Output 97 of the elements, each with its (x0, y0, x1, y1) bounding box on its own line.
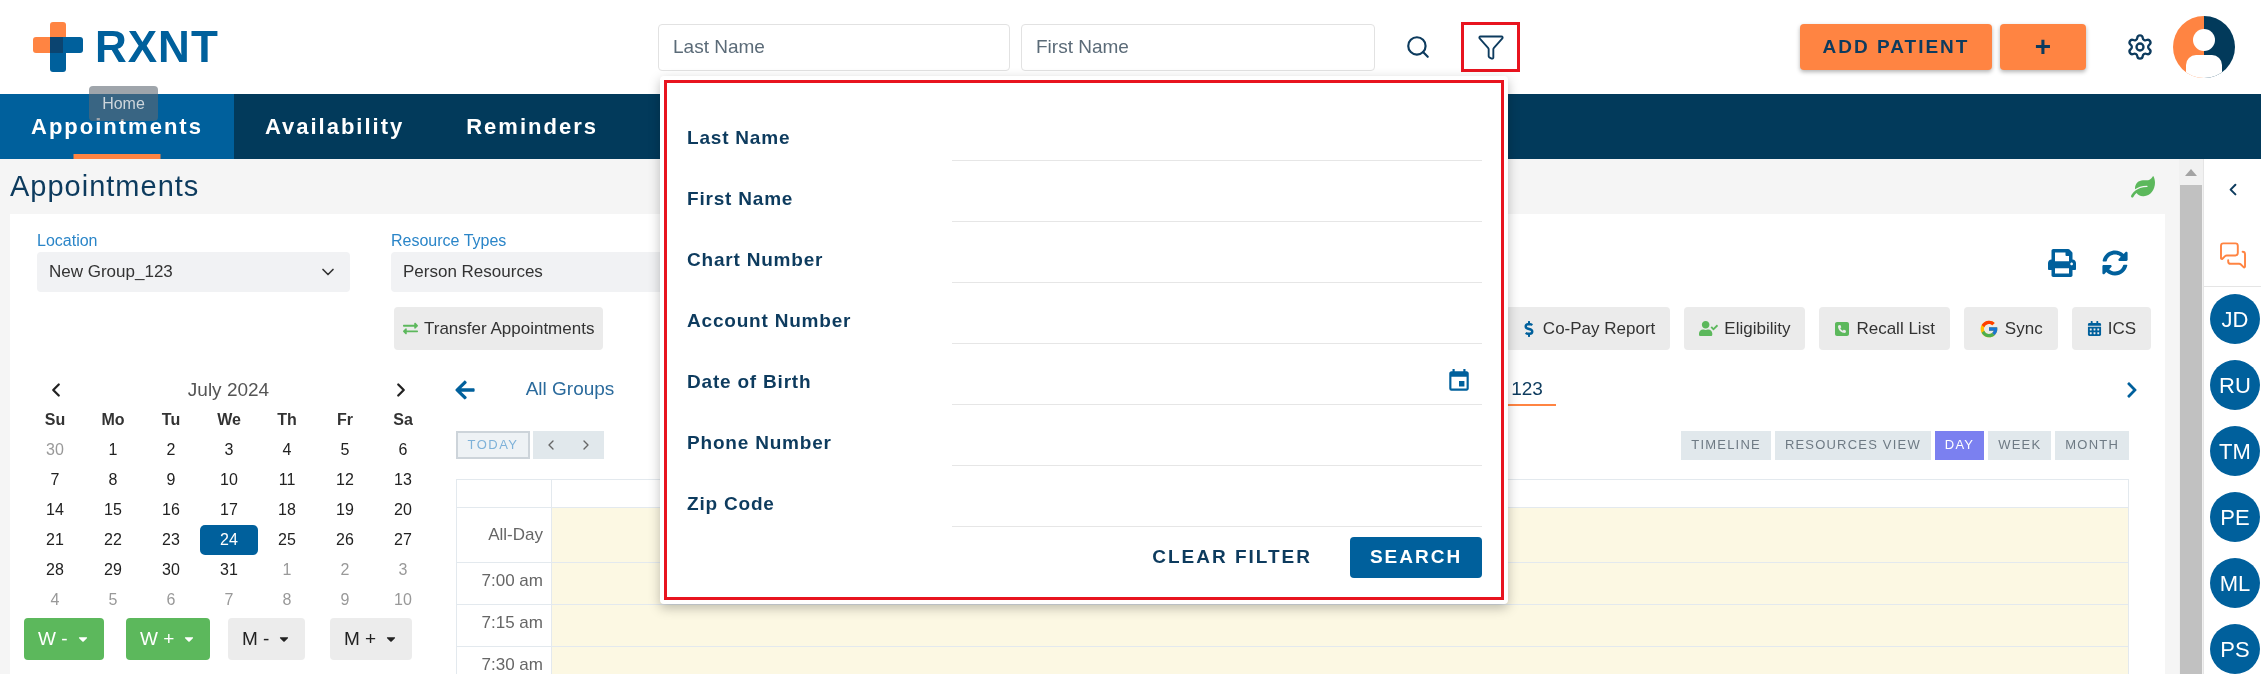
add-patient-button[interactable]: ADD PATIENT (1800, 24, 1992, 70)
calendar-day[interactable]: 17 (200, 495, 258, 525)
calendar-day[interactable]: 4 (258, 435, 316, 465)
add-button[interactable]: + (2000, 24, 2086, 70)
search-field[interactable]: Last Name (658, 23, 1010, 71)
calendar-day[interactable]: 27 (374, 525, 432, 555)
calendar-day[interactable]: 5 (316, 435, 374, 465)
calendar-icon[interactable] (1446, 368, 1472, 394)
search-button[interactable]: SEARCH (1350, 537, 1482, 578)
nav-tab[interactable]: Availability (233, 94, 436, 159)
refresh-icon[interactable] (2102, 250, 2128, 276)
nav-tab[interactable]: Reminders (435, 94, 629, 159)
leaf-icon (2131, 174, 2155, 199)
filter-button[interactable] (1461, 22, 1520, 72)
weekday-label: Sa (392, 410, 414, 430)
toolbar-button[interactable]: Sync (1963, 307, 2058, 350)
field-label: Resource Types (391, 231, 508, 251)
filter-icon (1476, 33, 1505, 61)
user-initials-avatar[interactable]: TM (2210, 426, 2260, 476)
phone-icon (1834, 320, 1851, 337)
user-initials-avatar[interactable]: PS (2210, 624, 2260, 674)
time-label: All-Day (488, 526, 543, 543)
calendar-day[interactable]: 26 (316, 525, 374, 555)
user-avatar-icon[interactable] (2173, 16, 2235, 78)
weekday-label: Th (276, 410, 298, 430)
user-check-icon (1699, 319, 1719, 338)
user-initials-avatar[interactable]: ML (2210, 558, 2260, 608)
search-field[interactable]: First Name (1021, 23, 1375, 71)
view-tab[interactable]: RESOURCES VIEW (1774, 430, 1931, 460)
calendar-day[interactable]: 18 (258, 495, 316, 525)
group-tab[interactable]: All Groups (498, 375, 642, 406)
calendar-day[interactable]: 20 (374, 495, 432, 525)
calendar-day[interactable]: 9 (142, 465, 200, 495)
user-initials-avatar[interactable]: RU (2210, 360, 2260, 410)
weekday-label: Tu (160, 410, 182, 430)
toolbar-button[interactable]: Recall List (1819, 307, 1950, 350)
field-label: Account Number (687, 309, 853, 333)
calendar-day[interactable]: 12 (316, 465, 374, 495)
field-label: Date of Birth (687, 370, 813, 394)
calendar-day[interactable]: 10 (200, 465, 258, 495)
clear-filter-button[interactable]: CLEAR FILTER (1136, 537, 1328, 578)
toolbar-button[interactable]: ICS (2071, 307, 2151, 350)
view-tab[interactable]: WEEK (1988, 430, 2052, 460)
weekday-label: We (216, 410, 242, 430)
weekday-label: Fr (336, 410, 354, 430)
logo-text: RXNT (95, 25, 219, 69)
calendar-day[interactable]: 30 (142, 555, 200, 585)
user-initials-avatar[interactable]: JD (2210, 294, 2260, 344)
calendar-day[interactable]: 19 (316, 495, 374, 525)
calendar-day[interactable]: 23 (142, 525, 200, 555)
view-tab[interactable]: MONTH (2055, 430, 2129, 460)
calendar-day[interactable]: 7 (26, 465, 84, 495)
calendar-day[interactable]: 13 (374, 465, 432, 495)
calendar-day[interactable]: 16 (142, 495, 200, 525)
user-initials-avatar[interactable]: PE (2210, 492, 2260, 542)
calendar-icon (2086, 321, 2102, 336)
month-title: July 2024 (187, 377, 270, 402)
field-label: Phone Number (687, 431, 833, 455)
calendar-day[interactable]: 14 (26, 495, 84, 525)
view-tab[interactable]: TIMELINE (1681, 430, 1771, 460)
calendar-day[interactable]: 22 (84, 525, 142, 555)
weekday-label: Mo (100, 410, 126, 430)
toolbar-button[interactable]: Transfer Appointments (394, 307, 604, 350)
print-icon[interactable] (2048, 249, 2076, 277)
weekday-label: Su (43, 410, 67, 430)
search-icon[interactable] (1405, 34, 1431, 60)
field-label: Last Name (687, 126, 792, 150)
week-jump-button[interactable]: M + (330, 618, 413, 660)
toolbar-button[interactable]: Co-Pay Report (1505, 307, 1671, 350)
back-arrow-icon[interactable] (454, 379, 476, 402)
calendar-day[interactable]: 21 (26, 525, 84, 555)
calendar-day[interactable]: 2 (142, 435, 200, 465)
field-label: First Name (687, 187, 795, 211)
time-label: 7:15 am (481, 613, 543, 631)
swap-arrows-icon (403, 321, 418, 336)
time-label: 7:00 am (481, 571, 543, 589)
calendar-day[interactable]: 3 (200, 435, 258, 465)
page-title: Appointments (10, 168, 200, 204)
select-field[interactable]: New Group_123 (37, 252, 350, 292)
settings-icon[interactable] (2126, 33, 2154, 61)
calendar-day[interactable]: 8 (84, 465, 142, 495)
calendar-day[interactable]: 15 (84, 495, 142, 525)
calendar-day[interactable]: 25 (258, 525, 316, 555)
calendar-day[interactable]: 1 (84, 435, 142, 465)
calendar-day[interactable]: 28 (26, 555, 84, 585)
time-label: 7:30 am (481, 655, 543, 673)
field-label: Zip Code (687, 492, 776, 516)
calendar-day[interactable]: 11 (258, 465, 316, 495)
g-logo-icon (1978, 318, 1999, 339)
calendar-day[interactable]: 24 (200, 525, 258, 555)
week-jump-button[interactable]: M - (228, 618, 306, 660)
calendar-day[interactable]: 6 (374, 435, 432, 465)
toolbar-button[interactable]: Eligibility (1684, 307, 1806, 350)
calendar-day[interactable]: 31 (200, 555, 258, 585)
calendar-day[interactable]: 29 (84, 555, 142, 585)
field-label: Location (37, 231, 99, 251)
cross-logo-icon (33, 22, 83, 72)
